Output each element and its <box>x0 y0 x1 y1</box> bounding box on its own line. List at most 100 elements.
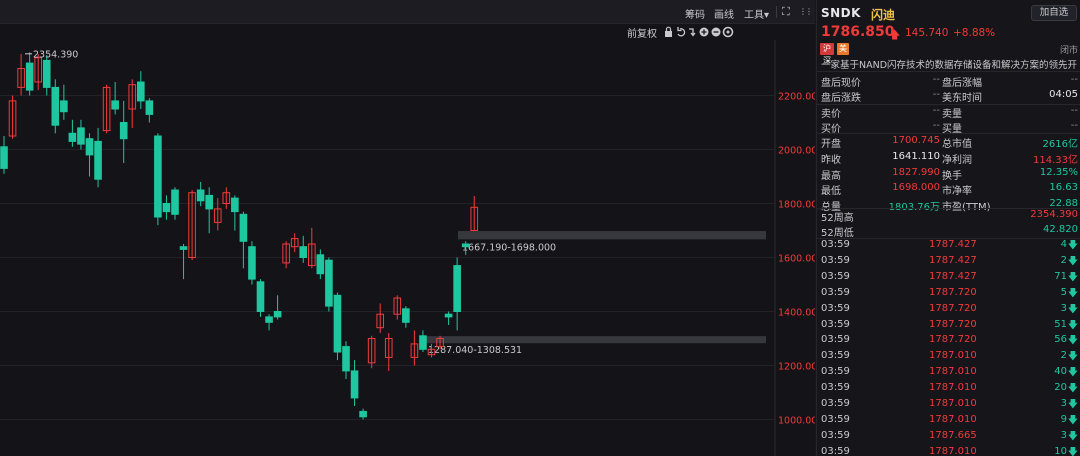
chevron-down-icon: ▾ <box>764 10 770 21</box>
tick-price: 1787.010 <box>929 445 977 456</box>
tick-price: 1787.427 <box>929 254 977 266</box>
add-watchlist-button[interactable]: 加自选 <box>1031 5 1077 21</box>
trade-tick-row: 03:59 1787.427 71 🡇 <box>817 269 1080 285</box>
week52-value: 42.820 <box>1043 224 1078 235</box>
toolbar-divider <box>776 6 777 18</box>
candle-down <box>68 132 77 142</box>
y-axis-tick-label: 1600.000 <box>778 254 815 265</box>
tick-time: 03:59 <box>821 382 850 394</box>
candle-down <box>196 189 205 202</box>
y-axis-tick-label: 2000.000 <box>778 146 815 157</box>
candle-down <box>94 140 102 180</box>
trade-tick-row: 03:59 1787.010 3 🡇 <box>817 396 1080 412</box>
candle-down <box>265 316 273 323</box>
stock-symbol: SNDK <box>821 6 861 20</box>
tick-time: 03:59 <box>821 254 850 266</box>
tools-menu[interactable]: 工具▾ <box>744 6 769 21</box>
tick-volume: 2 <box>1060 350 1067 362</box>
tick-price: 1787.010 <box>929 382 977 394</box>
candle-down <box>145 100 154 115</box>
company-description[interactable]: 一家基于NAND闪存技术的数据存储设备和解决方案的领先开发... <box>821 57 1077 71</box>
fullscreen-icon[interactable]: ⛶ <box>782 5 790 19</box>
stat-value: -- <box>932 74 940 85</box>
candle-down <box>60 100 68 113</box>
y-axis-tick-label: 1000.000 <box>778 416 815 427</box>
trade-tick-row: 03:59 1787.720 3 🡇 <box>817 301 1080 317</box>
tick-price: 1787.010 <box>929 413 977 425</box>
trade-tick-row: 03:59 1787.010 40 🡇 <box>817 364 1080 380</box>
tick-volume: 56 <box>1054 334 1067 346</box>
candle-down <box>137 81 145 102</box>
y-axis-tick-label: 1200.000 <box>778 362 815 373</box>
quote-stat-row: 开盘 1700.745 总市值 2616亿 <box>817 133 1080 150</box>
tick-volume: 10 <box>1054 445 1067 456</box>
stat-value: 2616亿 <box>1042 139 1078 150</box>
tick-volume: 5 <box>1060 286 1067 298</box>
candle-down <box>248 246 256 280</box>
tick-price: 1787.720 <box>929 334 977 346</box>
candle-down <box>419 335 427 350</box>
adjust-mode-button[interactable]: 前复权 <box>627 25 657 40</box>
badge-row: 沪深 美 闭市 <box>820 43 1078 65</box>
quote-stat-row: 昨收 1641.110 净利润 114.33亿 <box>817 149 1080 166</box>
undo-icon[interactable] <box>677 27 686 37</box>
candle-down <box>402 308 410 323</box>
tick-volume: 4 <box>1060 239 1067 250</box>
zoom-in-icon[interactable] <box>699 27 709 37</box>
settings-icon[interactable] <box>722 26 734 38</box>
candlestick-chart[interactable]: 2200.000 2000.000 1800.000 1600.000 1400.000… <box>0 40 815 456</box>
stat-value: 1827.990 <box>892 166 940 178</box>
tick-volume: 2 <box>1060 254 1067 266</box>
kline-chart-area[interactable]: 筹码 画线 工具▾ ⛶ ⋮⋮ 前复权 2200.00 2000.00 1800.… <box>0 0 815 456</box>
stat-value: 1641.110 <box>892 150 940 162</box>
candle-down <box>231 197 239 213</box>
quote-stat-row: 卖价 -- 卖量 -- <box>817 103 1080 120</box>
reset-icon[interactable] <box>689 28 696 37</box>
chart-control-icons <box>665 26 734 38</box>
tick-time: 03:59 <box>821 318 850 330</box>
stat-label: 最低 <box>821 186 841 198</box>
candle-down <box>162 203 171 213</box>
tick-time: 03:59 <box>821 398 850 409</box>
stat-label: 盘后涨跌 <box>821 93 861 104</box>
week52-row: 52周高 2354.390 <box>817 207 1080 224</box>
tick-price: 1787.720 <box>929 318 977 330</box>
candle-down <box>51 86 60 126</box>
tick-price: 1787.665 <box>929 429 977 441</box>
tick-volume: 9 <box>1060 413 1067 425</box>
lock-icon[interactable] <box>665 26 672 37</box>
chip-button[interactable]: 筹码 <box>685 6 705 21</box>
tick-time: 03:59 <box>821 334 850 346</box>
stat-label: 净利润 <box>942 154 972 166</box>
stat-label: 美东时间 <box>942 93 982 104</box>
quote-panel: SNDK 闪迪 加自选 1786.850 🡅 145.740 +8.88% 沪深… <box>816 0 1080 456</box>
chart-subtoolbar: 前复权 <box>615 24 815 40</box>
quote-stat-row: 盘后现价 -- 盘后涨幅 -- <box>817 72 1080 89</box>
tick-price: 1787.720 <box>929 286 977 298</box>
tick-volume: 3 <box>1060 398 1067 409</box>
tick-time: 03:59 <box>821 270 850 282</box>
trade-tick-row: 03:59 1787.010 20 🡇 <box>817 380 1080 396</box>
candle-down <box>256 281 265 313</box>
candle-down <box>111 100 119 110</box>
candle-down <box>205 194 213 210</box>
draw-line-button[interactable]: 画线 <box>714 6 734 21</box>
tools-menu-label: 工具 <box>744 10 764 21</box>
stat-value: 1698.000 <box>892 182 940 194</box>
stat-value: 12.35% <box>1039 166 1078 178</box>
grid-layout-icon[interactable]: ⋮⋮ <box>799 7 813 16</box>
candle-down <box>342 346 350 372</box>
quote-stat-row: 买价 -- 买量 -- <box>817 118 1080 135</box>
tick-price: 1787.010 <box>929 350 977 362</box>
y-axis-tick-label: 2200.000 <box>778 92 815 103</box>
stat-value: -- <box>1070 74 1078 85</box>
zoom-out-icon[interactable] <box>711 27 721 37</box>
price-zone <box>420 336 766 344</box>
candle-down <box>453 265 461 313</box>
stat-value: 1700.745 <box>892 135 940 146</box>
week52-row: 52周低 42.820 <box>817 222 1080 239</box>
candle-down <box>299 246 308 258</box>
week52-value: 2354.390 <box>1030 209 1078 220</box>
stat-value: -- <box>932 120 940 131</box>
stat-label: 总市值 <box>942 139 972 150</box>
